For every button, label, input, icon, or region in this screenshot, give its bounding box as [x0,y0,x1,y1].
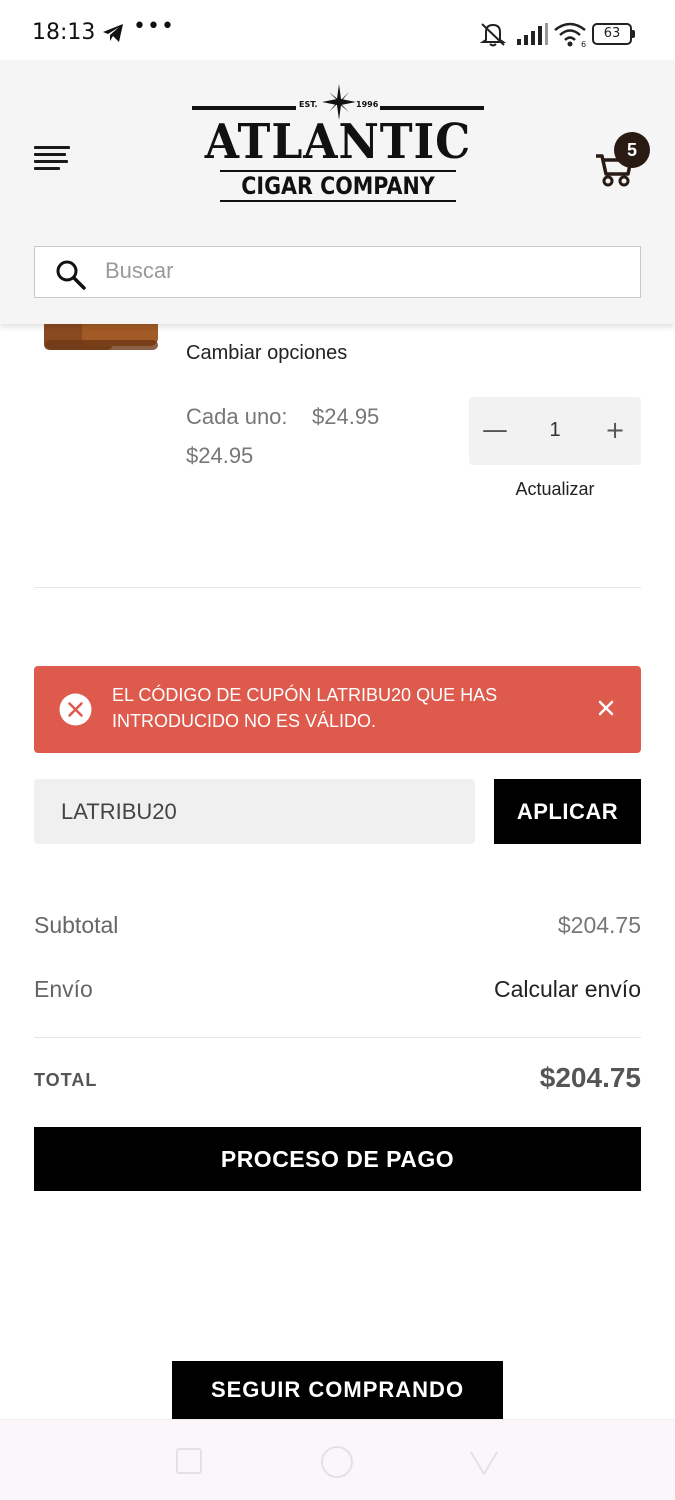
wifi-icon: 6 [554,22,586,48]
update-link[interactable]: Actualizar [469,479,641,500]
checkout-button[interactable]: PROCESO DE PAGO [34,1127,641,1191]
close-icon[interactable] [594,696,618,720]
quantity-increase-button[interactable]: + [589,397,641,465]
logo-est-text: EST. [299,100,318,109]
back-icon[interactable] [468,1446,500,1478]
home-icon[interactable] [321,1446,353,1478]
total-value: $204.75 [539,1062,641,1093]
logo-wordmark: ATLANTIC [204,114,472,170]
svg-text:6: 6 [581,40,586,48]
cart-count-badge[interactable]: 5 [614,132,650,168]
total-label: TOTAL [34,1070,98,1090]
status-time: 18:13 [32,20,96,45]
logo-year-text: 1996 [356,100,379,109]
search-input[interactable] [105,247,625,295]
apply-coupon-button[interactable]: APLICAR [494,779,641,844]
site-header: EST. 1996 ATLANTIC CIGAR COMPANY 5 [0,60,675,324]
search-bar[interactable] [34,246,641,298]
logo-subtitle: CIGAR COMPANY [241,172,435,200]
recent-apps-icon[interactable] [176,1448,202,1474]
divider [34,587,641,588]
signal-icon [517,23,548,45]
logo-subtitle-frame: CIGAR COMPANY [220,170,456,202]
more-notifications-icon: ••• [133,14,175,39]
battery-icon: 63 [592,23,636,45]
quantity-value[interactable]: 1 [521,397,589,465]
quantity-stepper: — 1 + [469,397,641,465]
hamburger-menu-icon[interactable] [34,146,70,172]
status-bar: 18:13 ••• 6 63 [0,0,675,60]
coupon-input[interactable] [34,779,475,844]
unit-price-label: Cada uno: [186,404,288,429]
error-icon [59,693,92,726]
search-icon[interactable] [55,259,87,291]
subtotal-value: $204.75 [557,912,641,938]
system-nav-bar [0,1419,675,1500]
unit-price: $24.95 [312,404,380,429]
mute-icon [479,23,507,47]
subtotal-label: Subtotal [34,912,119,938]
site-logo[interactable]: EST. 1996 ATLANTIC CIGAR COMPANY [190,84,486,204]
battery-level: 63 [603,26,621,41]
quantity-decrease-button[interactable]: — [469,397,521,465]
calculate-shipping-link[interactable]: Calcular envío [494,976,641,1003]
divider [34,1037,641,1038]
continue-shopping-button[interactable]: SEGUIR COMPRANDO [172,1361,503,1419]
shipping-label: Envío [34,976,93,1002]
line-price: $24.95 [186,443,254,468]
alert-message: EL CÓDIGO DE CUPÓN LATRIBU20 QUE HAS INT… [112,685,498,731]
coupon-error-alert: EL CÓDIGO DE CUPÓN LATRIBU20 QUE HAS INT… [34,666,641,753]
telegram-icon [103,24,123,42]
change-options-link[interactable]: Cambiar opciones [186,342,347,365]
